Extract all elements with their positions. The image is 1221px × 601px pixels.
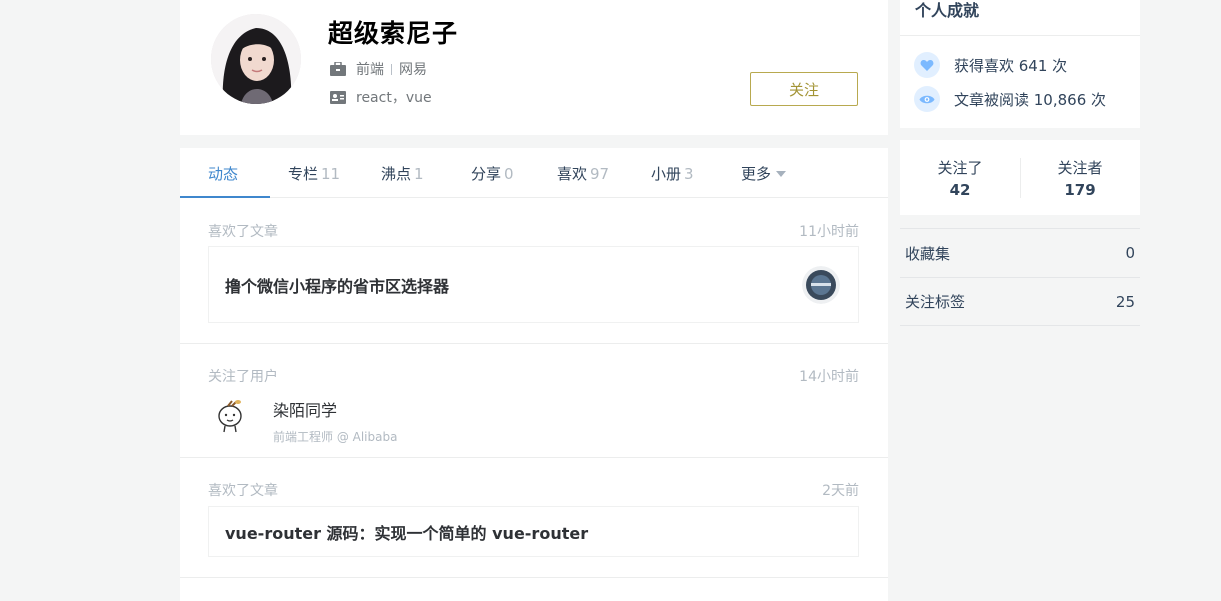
article-card[interactable]: 撸个微信小程序的省市区选择器 bbox=[208, 246, 859, 323]
followed-tags-link[interactable]: 关注标签 25 bbox=[900, 277, 1140, 326]
side-links: 收藏集 0 关注标签 25 bbox=[900, 228, 1140, 326]
chevron-down-icon bbox=[776, 171, 787, 177]
eye-icon bbox=[914, 86, 940, 112]
profile-card: 超级索尼子 前端 网易 react，vue 关注 bbox=[180, 0, 888, 135]
active-tab-indicator bbox=[180, 196, 270, 198]
activity-header: 喜欢了文章 2天前 bbox=[208, 480, 859, 500]
job-title: 前端 bbox=[356, 62, 384, 78]
briefcase-icon bbox=[330, 62, 346, 76]
activity-header: 关注了用户 14小时前 bbox=[208, 366, 859, 386]
user-name: 超级索尼子 bbox=[328, 19, 459, 48]
activity-action: 喜欢了文章 bbox=[208, 224, 278, 240]
followed-user-desc: 前端工程师 @ Alibaba bbox=[273, 430, 398, 444]
activity-item: 关注了用户 14小时前 染陌同学 前端工程师 @ Alibaba bbox=[180, 344, 888, 458]
activity-time: 11小时前 bbox=[799, 224, 859, 240]
tab-bar: 动态 专栏 11 沸点 1 分享 0 喜欢 97 小册 3 更多 bbox=[180, 148, 888, 198]
followers-label: 关注者 bbox=[1057, 159, 1103, 177]
job-info: 前端 网易 bbox=[330, 59, 427, 79]
follow-stats: 关注了 42 关注者 179 bbox=[900, 140, 1140, 215]
heart-icon bbox=[914, 52, 940, 78]
article-reads: 文章被阅读 10,866 次 bbox=[914, 86, 1106, 112]
followers-stat[interactable]: 关注者 179 bbox=[1020, 140, 1140, 215]
achievements-title: 个人成就 bbox=[900, 0, 1140, 36]
tab-likes[interactable]: 喜欢 97 bbox=[557, 148, 609, 198]
followed-user-name[interactable]: 染陌同学 bbox=[273, 397, 397, 421]
reads-text: 文章被阅读 10,866 次 bbox=[954, 90, 1107, 109]
tab-more[interactable]: 更多 bbox=[741, 148, 787, 198]
tab-activity[interactable]: 动态 bbox=[208, 148, 238, 198]
article-title: vue-router 源码：实现一个简单的 vue-router bbox=[225, 523, 589, 543]
followed-user-avatar[interactable] bbox=[212, 394, 252, 434]
followed-tags-label: 关注标签 bbox=[905, 293, 966, 311]
activity-item: 喜欢了文章 2天前 vue-router 源码：实现一个简单的 vue-rout… bbox=[180, 458, 888, 578]
achievements-panel: 个人成就 获得喜欢 641 次 文章被阅读 10,866 次 bbox=[900, 0, 1140, 128]
following-stat[interactable]: 关注了 42 bbox=[900, 140, 1020, 215]
activity-item: 喜欢了文章 11小时前 撸个微信小程序的省市区选择器 bbox=[180, 199, 888, 344]
tab-columns[interactable]: 专栏 11 bbox=[288, 148, 340, 198]
following-label: 关注了 bbox=[937, 159, 983, 177]
followed-tags-count: 25 bbox=[1115, 292, 1135, 311]
divider bbox=[1020, 158, 1021, 198]
id-card-icon bbox=[330, 90, 346, 104]
article-card[interactable]: vue-router 源码：实现一个简单的 vue-router bbox=[208, 506, 859, 557]
tab-books[interactable]: 小册 3 bbox=[651, 148, 694, 198]
activity-panel: 动态 专栏 11 沸点 1 分享 0 喜欢 97 小册 3 更多 喜欢了文章 11小时前 … bbox=[180, 148, 888, 601]
activity-time: 2天前 bbox=[822, 483, 859, 499]
followed-user: 染陌同学 前端工程师 @ Alibaba bbox=[212, 394, 397, 445]
tab-pins[interactable]: 沸点 1 bbox=[381, 148, 424, 198]
self-intro: react，vue bbox=[356, 90, 432, 106]
intro-info: react，vue bbox=[330, 87, 432, 107]
article-thumbnail bbox=[802, 266, 840, 304]
article-title: 撸个微信小程序的省市区选择器 bbox=[225, 276, 450, 296]
followed-user-meta: 染陌同学 前端工程师 @ Alibaba bbox=[273, 397, 397, 445]
activity-action: 喜欢了文章 bbox=[208, 483, 278, 499]
follow-button[interactable]: 关注 bbox=[750, 72, 858, 106]
activity-header: 喜欢了文章 11小时前 bbox=[208, 221, 859, 241]
divider bbox=[391, 63, 392, 75]
followers-count: 179 bbox=[1064, 181, 1096, 199]
following-count: 42 bbox=[949, 181, 971, 199]
tab-shares[interactable]: 分享 0 bbox=[471, 148, 514, 198]
activity-action: 关注了用户 bbox=[208, 369, 278, 385]
collections-label: 收藏集 bbox=[905, 244, 951, 263]
likes-received: 获得喜欢 641 次 bbox=[914, 52, 1067, 78]
collections-link[interactable]: 收藏集 0 bbox=[900, 228, 1140, 277]
collections-count: 0 bbox=[1125, 244, 1135, 262]
likes-text: 获得喜欢 641 次 bbox=[954, 56, 1068, 75]
activity-time: 14小时前 bbox=[799, 369, 859, 385]
user-avatar[interactable] bbox=[211, 14, 301, 104]
company: 网易 bbox=[399, 62, 427, 78]
